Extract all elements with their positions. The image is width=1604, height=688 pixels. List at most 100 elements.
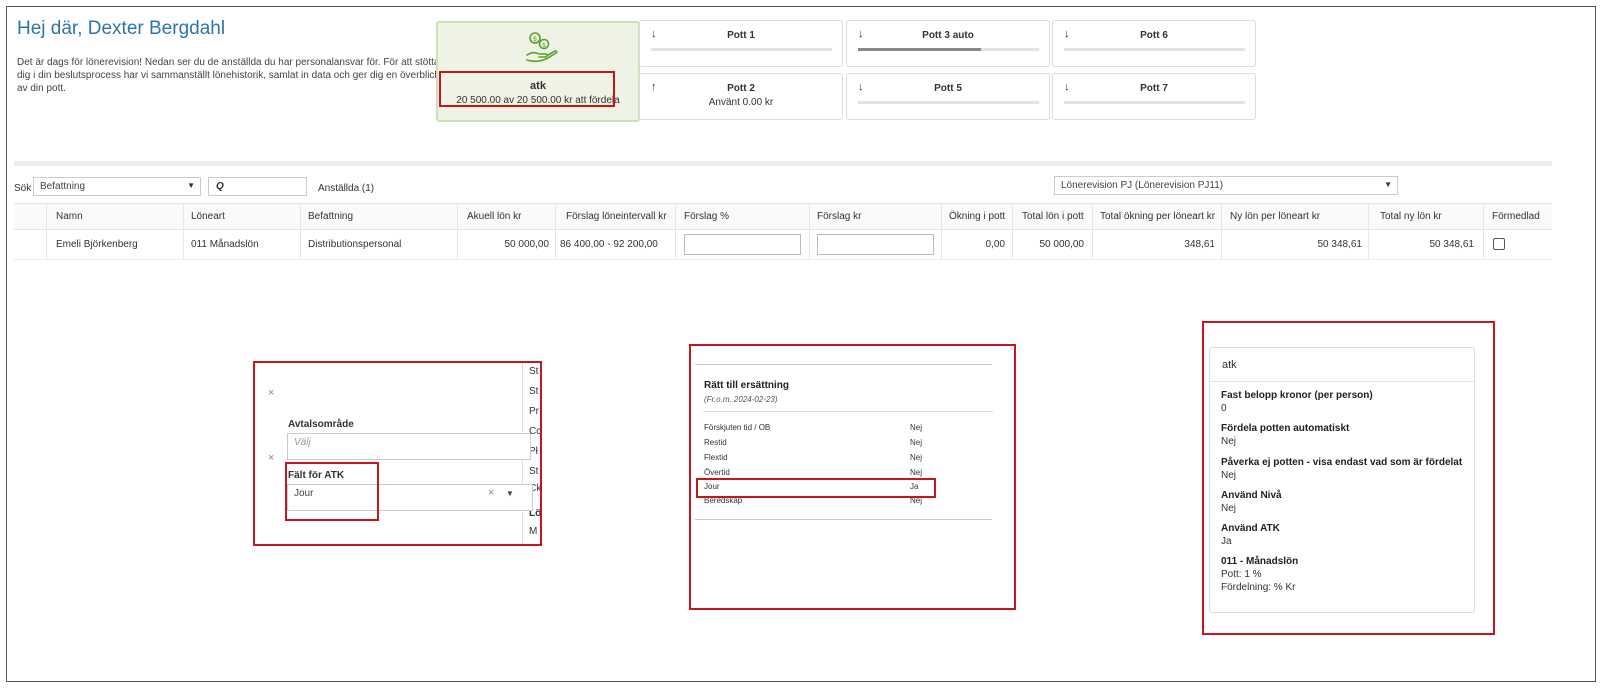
forslag-kr-input[interactable] [817,234,934,255]
divider [703,411,993,412]
col-header-okning-pott[interactable]: Ökning i pott [949,211,1005,222]
svg-text:$: $ [542,42,546,49]
detail-value: 0 [1221,403,1227,414]
search-label: Sök [14,183,32,194]
col-header-aktuell-lon[interactable]: Akuell lön kr [467,211,521,222]
cell-befattning: Distributionspersonal [308,239,402,250]
pot-name: Pott 2 [727,83,755,94]
pot-card-6[interactable]: ↓ Pott 6 [1052,20,1256,67]
cropped-letter: St [529,386,539,397]
col-header-namn[interactable]: Namn [56,211,83,222]
pot-used-text: Använt 0.00 kr [708,97,774,108]
detail-label: Använd ATK [1221,523,1280,534]
avtalsomrade-select[interactable]: Välj [287,433,531,460]
cell-ny-lon: 50 348,61 [1317,239,1363,250]
highlight-box [285,462,379,521]
cell-intervall: 86 400,00 - 92 200,00 [560,239,658,250]
svg-text:$: $ [533,35,537,43]
caret-down-icon: ▼ [187,181,195,190]
col-header-loneart[interactable]: Löneart [191,211,225,222]
col-header-ny-lon[interactable]: Ny lön per löneart kr [1230,211,1320,222]
forslag-procent-input[interactable] [684,234,801,255]
detail-value: Nej [1221,470,1237,481]
cell-loneart: 011 Månadslön [191,239,259,250]
cropped-letter: St [529,366,539,377]
col-header-befattning[interactable]: Befattning [308,211,353,222]
atk-details-excerpt: atk Fast belopp kronor (per person) 0 Fö… [1202,321,1495,635]
col-header-total-lon-pott[interactable]: Total lön i pott [1022,211,1084,222]
pot-name: Pott 7 [1140,83,1168,94]
comp-row-value: Nej [910,423,923,432]
comp-row-label: Övertid [704,468,730,477]
pot-name: Pott 6 [1140,30,1168,41]
pot-name: Pott 5 [934,83,962,94]
cell-okning-pott: 0,00 [985,239,1005,250]
highlight-box [439,71,615,107]
compensation-date: (Fr.o.m. 2024-02-23) [704,395,778,404]
detail-label: Fördela potten automatiskt [1221,423,1350,434]
employees-count: Anställda (1) [318,183,375,194]
cell-total-lon-pott: 50 000,00 [1039,239,1085,250]
compensation-title: Rätt till ersättning [704,380,790,391]
comp-row-label: Förskjuten tid / OB [704,423,771,432]
caret-down-icon[interactable]: ▼ [506,489,514,498]
detail-value: Nej [1221,503,1237,514]
close-icon[interactable]: × [268,452,274,464]
cell-total-okning: 348,61 [1184,239,1215,250]
detail-label: Använd Nivå [1221,490,1282,501]
pot-name: Pott 3 auto [922,30,974,41]
comp-row-value: Nej [910,438,923,447]
cell-namn[interactable]: Emeli Björkenberg [56,239,138,250]
pott-line: Pott: 1 % [1221,569,1262,580]
settings-excerpt: × × St St Pr Cc Pł St Ck Lör M Avtalsomr… [253,361,542,546]
search-field-value: Befattning [40,181,86,192]
page-title: Hej där, Dexter Bergdahl [17,18,226,39]
search-field-select[interactable]: Befattning ▼ [33,177,201,196]
atk-details-title: atk [1222,359,1237,371]
intro-text: Det är dags för lönerevision! Nedan ser … [17,57,440,94]
table-row[interactable]: Emeli Björkenberg 011 Månadslön Distribu… [14,229,1552,260]
table-header-row: Namn Löneart Befattning Akuell lön kr Fö… [14,203,1552,230]
compensation-excerpt: Rätt till ersättning (Fr.o.m. 2024-02-23… [689,344,1016,610]
revision-value: Lönerevision PJ (Lönerevision PJ11) [1061,180,1224,191]
pot-progress [1064,101,1245,104]
comp-row-value: Nej [910,468,923,477]
pot-progress [651,48,832,51]
detail-label: Påverka ej potten - visa endast vad som … [1221,457,1463,468]
fordelning-line: Fördelning: % Kr [1221,582,1296,593]
detail-value: Ja [1221,536,1232,547]
search-icon: Q [216,181,224,192]
search-input[interactable]: Q [208,177,307,196]
close-icon[interactable]: × [268,387,274,399]
revision-select[interactable]: Lönerevision PJ (Lönerevision PJ11) ▼ [1054,176,1398,195]
pot-card-3-auto[interactable]: ↓ Pott 3 auto [846,20,1050,67]
pot-card-5[interactable]: ↓ Pott 5 [846,73,1050,120]
cropped-letter: St [529,466,539,477]
col-header-total-okning[interactable]: Total ökning per löneart kr [1100,211,1215,222]
highlight-box [696,478,936,498]
cropped-letter: M [529,526,538,537]
col-header-forslag-procent[interactable]: Förslag % [684,211,729,222]
col-header-total-ny-lon[interactable]: Total ny lön kr [1380,211,1442,222]
col-header-formedlad[interactable]: Förmedlad [1492,211,1540,222]
pot-card-1[interactable]: ↓ Pott 1 [639,20,843,67]
pot-card-7[interactable]: ↓ Pott 7 [1052,73,1256,120]
cropped-letter: Pr [529,406,539,417]
cell-aktuell-lon: 50 000,00 [504,239,550,250]
atk-details-card: atk Fast belopp kronor (per person) 0 Fö… [1209,347,1475,613]
comp-row-label: Restid [704,438,727,447]
atk-details-header: atk [1210,348,1474,382]
clear-icon[interactable]: × [488,487,494,499]
comp-row-label: Flextid [704,453,728,462]
detail-value: Nej [1221,436,1237,447]
money-hand-icon: $ $ [526,32,558,63]
pot-card-2[interactable]: ↑ Pott 2 Använt 0.00 kr [639,73,843,120]
detail-label: Fast belopp kronor (per person) [1221,390,1373,401]
pot-progress [858,48,1039,51]
avtalsomrade-placeholder: Välj [294,437,311,448]
col-header-forslag-kr[interactable]: Förslag kr [817,211,861,222]
col-header-intervall[interactable]: Förslag löneintervall kr [566,211,667,222]
pot-progress [858,101,1039,104]
formedlad-checkbox[interactable] [1493,238,1505,250]
cell-total-ny-lon: 50 348,61 [1429,239,1475,250]
